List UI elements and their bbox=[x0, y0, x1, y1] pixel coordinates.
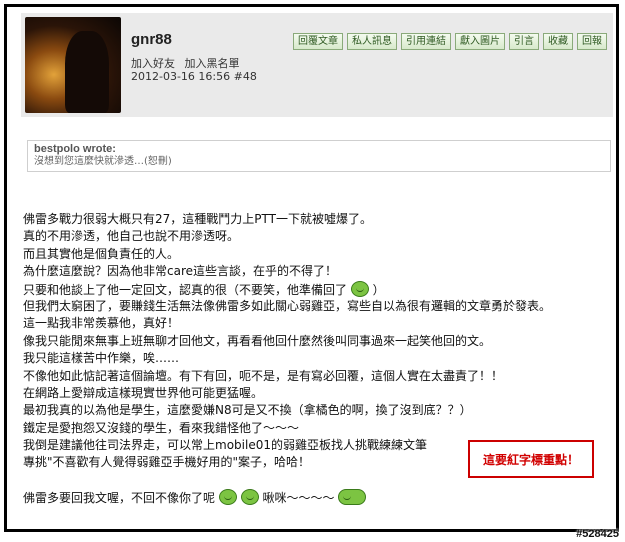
smile-icon bbox=[240, 489, 259, 506]
laugh-icon bbox=[338, 489, 367, 506]
body-line-text: 佛雷多要回我文喔，不回不像你了呢 bbox=[23, 491, 216, 506]
watermark: #528425 bbox=[576, 528, 619, 540]
post-timestamp: 2012-03-16 16:56 #48 bbox=[131, 70, 257, 83]
quote-author: bestpolo wrote: bbox=[34, 143, 116, 155]
body-line: 鐵定是愛抱怨又沒錢的學生，看來我錯怪他了～～～ bbox=[23, 420, 300, 435]
body-line-close: ） bbox=[372, 282, 385, 297]
body-line: 我只能這樣苦中作樂，唉…… bbox=[23, 351, 180, 366]
post-header: gnr88 加入好友 加入黑名單 2012-03-16 16:56 #48 回覆… bbox=[21, 13, 613, 117]
body-line-text: 啾咪～～～～ bbox=[262, 491, 335, 506]
body-line: 不像他如此惦記著這個論壇。有下有回，呃不是，是有寫必回覆，這個人實在太盡責了！！ bbox=[23, 368, 504, 383]
user-actions: 加入好友 加入黑名單 bbox=[131, 55, 246, 71]
highlight-text: 這要紅字標重點！ bbox=[482, 452, 579, 467]
body-line: 真的不用滲透，他自己也說不用滲透呀。 bbox=[23, 229, 240, 244]
post-toolbar: 回覆文章 私人訊息 引用連結 獻入圖片 引言 收藏 回報 bbox=[293, 33, 607, 50]
avatar-silhouette bbox=[65, 31, 109, 113]
body-line: 這一點我非常羨慕他，真好！ bbox=[23, 316, 180, 331]
body-line: 像我只能閒來無事上班無聊才回他文，再看看他回什麼然後叫同事過來一起笑他回的文。 bbox=[23, 333, 492, 348]
add-blacklist-link[interactable]: 加入黑名單 bbox=[185, 57, 240, 70]
quote-button[interactable]: 引言 bbox=[509, 33, 539, 50]
bookmark-button[interactable]: 收藏 bbox=[543, 33, 573, 50]
body-line: 最初我真的以為他是學生，這麼愛嫌N8可是又不換（拿橘色的啊，換了沒到底？？） bbox=[23, 403, 472, 418]
reply-button[interactable]: 回覆文章 bbox=[293, 33, 343, 50]
smile-icon bbox=[218, 489, 237, 506]
body-line-text: 只要和他談上了他一定回文，認真的很（不要笑，他準備回了 bbox=[23, 282, 348, 297]
body-line: 只要和他談上了他一定回文，認真的很（不要笑，他準備回了 ） bbox=[23, 280, 623, 298]
quote-block: bestpolo wrote: 沒想到您這麼快就滲透…(恕刪) bbox=[27, 140, 611, 172]
body-line: 為什麼這麼說？因為他非常care這些言談，在乎的不得了！ bbox=[23, 264, 338, 279]
body-line: 佛雷多要回我文喔，不回不像你了呢 啾咪～～～～ bbox=[23, 489, 623, 506]
insert-image-button[interactable]: 獻入圖片 bbox=[455, 33, 505, 50]
quote-link-button[interactable]: 引用連結 bbox=[401, 33, 451, 50]
quote-text: 沒想到您這麼快就滲透…(恕刪) bbox=[34, 156, 172, 167]
body-line: 但我們太窮困了，要賺錢生活無法像佛雷多如此關心弱雞亞，寫些自以為很有邏輯的文章勇… bbox=[23, 298, 552, 313]
report-button[interactable]: 回報 bbox=[577, 33, 607, 50]
private-message-button[interactable]: 私人訊息 bbox=[347, 33, 397, 50]
avatar[interactable] bbox=[25, 17, 121, 113]
highlight-box: 這要紅字標重點！ bbox=[468, 440, 594, 478]
smile-icon bbox=[350, 280, 369, 297]
add-friend-link[interactable]: 加入好友 bbox=[131, 57, 175, 70]
body-line: 佛雷多戰力很弱大概只有27，這種戰鬥力上PTT一下就被噓爆了。 bbox=[23, 212, 372, 226]
post-frame: gnr88 加入好友 加入黑名單 2012-03-16 16:56 #48 回覆… bbox=[4, 4, 619, 532]
body-line: 在網路上愛辯成這樣現實世界他可能更猛喔。 bbox=[23, 385, 264, 400]
body-line: 而且其實他是個負責任的人。 bbox=[23, 246, 180, 261]
username[interactable]: gnr88 bbox=[131, 31, 172, 48]
